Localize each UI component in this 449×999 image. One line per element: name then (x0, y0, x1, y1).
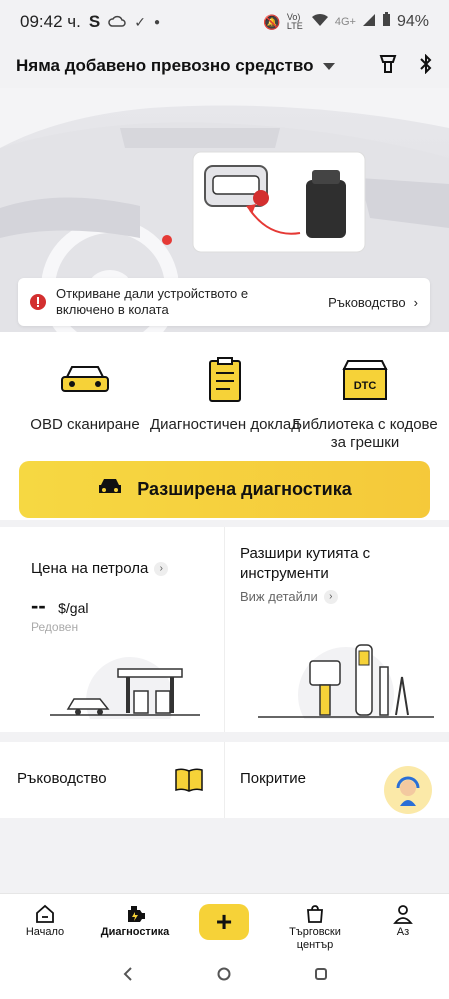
s-app-icon: S (88, 12, 101, 31)
device-connection-notice[interactable]: Откриване дали устройството е включено в… (18, 278, 430, 326)
nav-home[interactable]: Начало (5, 902, 85, 938)
info-cards: Цена на петрола › -- $/gal Редовен Разшир… (0, 527, 449, 732)
report-icon (150, 350, 300, 410)
advanced-diagnostics-label: Разширена диагностика (137, 479, 352, 499)
toolbox-details-label: Виж детайли (240, 589, 318, 604)
chevron-right-icon: › (413, 294, 418, 310)
fuel-price: -- (31, 593, 46, 618)
dtc-box-icon: DTC (290, 350, 440, 410)
cloud-icon (108, 12, 126, 32)
car-icon (10, 350, 160, 410)
dropdown-caret-icon[interactable] (323, 62, 336, 70)
dot-icon: ● (153, 16, 160, 28)
guide-card[interactable]: Ръководство (17, 770, 107, 787)
dtc-library-label: Библиотека с кодове за грешки (292, 416, 438, 451)
support-agent-icon[interactable] (384, 766, 432, 814)
nav-diagnostics-label: Диагностика (100, 926, 170, 938)
battery-icon (382, 12, 391, 32)
status-time: 09:42 ч. (20, 12, 81, 31)
diagnostic-report-label: Диагностичен доклад (150, 416, 301, 433)
network-type: 4G+ (334, 16, 356, 28)
nav-me[interactable]: Аз (363, 902, 443, 938)
vehicle-selector[interactable]: Няма добавено превозно средство (16, 56, 313, 76)
warning-icon (30, 294, 46, 310)
obd-scan-label: OBD сканиране (30, 416, 140, 433)
volte-label: Vo) LTE (286, 12, 303, 31)
app-header: Няма добавено превозно средство (0, 44, 449, 88)
engine-icon (95, 902, 175, 926)
secondary-cards: Ръководство Покритие (0, 742, 449, 818)
guide-link[interactable]: Ръководство › (328, 295, 418, 310)
diagnostic-report-tool[interactable]: Диагностичен доклад (150, 350, 300, 434)
check-icon: ✓ (134, 13, 146, 30)
system-navigation (0, 953, 449, 999)
battery-level: 94% (396, 13, 429, 30)
home-circle-icon[interactable] (217, 967, 231, 986)
nav-diagnostics[interactable]: Диагностика (95, 902, 175, 938)
guide-link-label: Ръководство (328, 294, 406, 310)
advanced-diagnostics-button[interactable]: Разширена диагностика (19, 461, 430, 518)
back-icon[interactable] (122, 966, 134, 986)
chevron-right-icon: › (323, 590, 338, 604)
recents-icon[interactable] (314, 967, 328, 986)
gas-station-illustration (50, 657, 200, 719)
car-front-icon (97, 477, 123, 502)
home-icon (5, 902, 85, 926)
nav-store[interactable]: Търговски център (275, 902, 355, 952)
toolbox-details-link[interactable]: Виж детайли › (240, 589, 338, 604)
fuel-price-card-title[interactable]: Цена на петрола › (31, 559, 169, 579)
fuel-price-title: Цена на петрола (31, 560, 149, 577)
coverage-card[interactable]: Покритие (240, 770, 306, 787)
shopping-bag-icon (275, 902, 355, 926)
toolbox-card-title[interactable]: Разшири кутията с инструменти (240, 544, 420, 584)
dtc-library-tool[interactable]: DTC Библиотека с кодове за грешки (290, 350, 440, 452)
mute-icon: 🔕 (263, 13, 281, 30)
dongle-icon[interactable] (379, 54, 397, 79)
nav-home-label: Начало (25, 926, 65, 938)
chevron-right-icon: › (154, 562, 169, 576)
bluetooth-icon[interactable] (419, 53, 433, 79)
nav-me-label: Аз (396, 926, 410, 938)
divider (224, 527, 225, 732)
fuel-unit: $/gal (58, 600, 89, 616)
dtc-badge: DTC (354, 380, 377, 392)
fuel-price-value: -- $/gal (31, 593, 88, 619)
user-icon (363, 902, 443, 926)
obd-scan-tool[interactable]: OBD сканиране (10, 350, 160, 434)
wifi-icon (311, 13, 329, 32)
nav-store-label: Търговски център (289, 926, 341, 951)
bottom-navigation: Начало Диагностика + Търговски център Аз (0, 893, 449, 953)
book-icon (175, 768, 203, 792)
signal-icon (362, 13, 376, 32)
notice-text: Откриване дали устройството е включено в… (56, 286, 249, 317)
toolbox-illustration (258, 644, 434, 719)
divider (224, 742, 225, 818)
status-bar: 09:42 ч. S ✓ ● 🔕 Vo) LTE 4G+ 94% (0, 0, 449, 44)
fuel-type: Редовен (31, 620, 79, 634)
add-button[interactable]: + (199, 904, 249, 940)
